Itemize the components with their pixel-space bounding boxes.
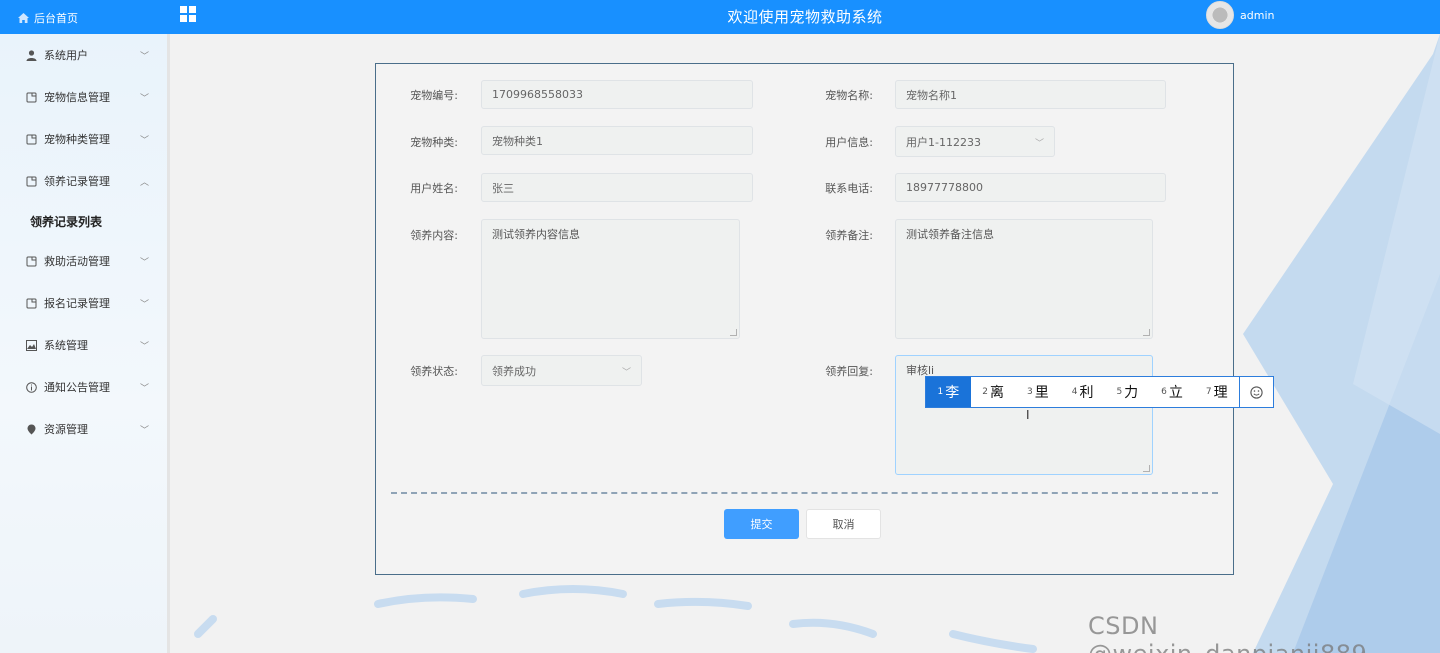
- adopt-remark-value: 测试领养备注信息: [906, 228, 994, 241]
- chevron-down-icon: ﹀: [139, 384, 149, 394]
- user-info-value: 用户1-112233: [906, 135, 981, 149]
- sidebar-item-resources[interactable]: 资源管理 ﹀: [0, 408, 167, 450]
- form-divider: [391, 492, 1218, 494]
- ime-candidate-4[interactable]: 4利: [1060, 377, 1105, 407]
- pet-type-field[interactable]: 宠物种类1: [481, 126, 753, 155]
- ime-candidate-number: 2: [982, 387, 988, 397]
- chevron-down-icon: ﹀: [139, 258, 149, 268]
- user-icon: [24, 48, 38, 62]
- adopt-reply-label: 领养回复:: [825, 365, 873, 378]
- ime-candidate-number: 1: [937, 387, 944, 397]
- user-info-select[interactable]: 用户1-112233 ﹀: [895, 126, 1055, 157]
- user-menu[interactable]: admin: [1206, 1, 1274, 29]
- ime-candidate-bar: 1李 2离 3里 4利 5力 6立 7理: [925, 376, 1274, 408]
- sidebar-item-system-management[interactable]: 系统管理 ﹀: [0, 324, 167, 366]
- image-icon: [24, 338, 38, 352]
- location-icon: [24, 422, 38, 436]
- ime-candidate-number: 4: [1071, 387, 1078, 397]
- top-bar: 后台首页 欢迎使用宠物救助系统 admin: [0, 0, 1440, 34]
- chevron-down-icon: ﹀: [139, 426, 149, 436]
- adopt-status-value: 领养成功: [492, 364, 536, 378]
- ime-candidate-6[interactable]: 6立: [1150, 377, 1195, 407]
- ime-candidate-char: 里: [1034, 385, 1049, 401]
- sidebar-item-label: 通知公告管理: [44, 381, 110, 394]
- sidebar-item-pet-type[interactable]: 宠物种类管理 ﹀: [0, 118, 167, 160]
- doc-icon: [24, 174, 38, 188]
- ime-candidate-char: 李: [945, 385, 960, 401]
- doc-icon: [24, 132, 38, 146]
- ime-candidate-5[interactable]: 5力: [1105, 377, 1150, 407]
- sidebar-item-label: 系统管理: [44, 339, 88, 352]
- doc-icon: [24, 90, 38, 104]
- sidebar-item-label: 资源管理: [44, 423, 88, 436]
- user-name-label: 用户姓名:: [410, 182, 458, 195]
- sidebar-item-label: 宠物信息管理: [44, 91, 110, 104]
- chevron-up-icon: ︿: [139, 178, 149, 188]
- submit-button[interactable]: 提交: [724, 509, 799, 539]
- sidebar-item-adoption-records[interactable]: 领养记录管理 ︿: [0, 160, 167, 202]
- ime-candidate-char: 离: [989, 385, 1004, 401]
- ime-candidate-3[interactable]: 3里: [1015, 377, 1060, 407]
- sidebar-item-label: 报名记录管理: [44, 297, 110, 310]
- adopt-remark-textarea[interactable]: 测试领养备注信息: [895, 219, 1153, 339]
- ime-candidate-number: 7: [1205, 387, 1212, 397]
- info-icon: [24, 380, 38, 394]
- resize-handle-icon[interactable]: [730, 329, 737, 336]
- user-info-label: 用户信息:: [825, 136, 873, 149]
- sidebar-item-rescue-activities[interactable]: 救助活动管理 ﹀: [0, 240, 167, 282]
- chevron-down-icon: ﹀: [139, 136, 149, 146]
- pet-no-label: 宠物编号:: [410, 89, 458, 102]
- adopt-content-textarea[interactable]: 测试领养内容信息: [481, 219, 740, 339]
- ime-candidate-2[interactable]: 2离: [971, 377, 1016, 407]
- sidebar-item-label: 宠物种类管理: [44, 133, 110, 146]
- user-name-field[interactable]: 张三: [481, 173, 753, 202]
- resize-handle-icon[interactable]: [1143, 329, 1150, 336]
- ime-candidate-number: 3: [1026, 387, 1033, 397]
- sidebar-item-label: 领养记录管理: [44, 175, 110, 188]
- sidebar-item-pet-info[interactable]: 宠物信息管理 ﹀: [0, 76, 167, 118]
- doc-icon: [24, 296, 38, 310]
- sidebar-item-notices[interactable]: 通知公告管理 ﹀: [0, 366, 167, 408]
- phone-label: 联系电话:: [825, 182, 873, 195]
- chevron-down-icon: ﹀: [139, 52, 149, 62]
- ime-candidate-char: 理: [1213, 385, 1228, 401]
- pet-type-label: 宠物种类:: [410, 136, 458, 149]
- adopt-remark-label: 领养备注:: [825, 229, 873, 242]
- adopt-status-label: 领养状态:: [410, 365, 458, 378]
- pet-name-field[interactable]: 宠物名称1: [895, 80, 1166, 109]
- watermark-text: CSDN @weixin_danpianji889: [1088, 612, 1367, 653]
- sidebar-item-label: 系统用户: [44, 49, 88, 62]
- resize-handle-icon[interactable]: [1143, 465, 1150, 472]
- adopt-content-label: 领养内容:: [410, 229, 458, 242]
- sidebar: 系统用户 ﹀ 宠物信息管理 ﹀ 宠物种类管理 ﹀ 领养记录管理 ︿ 领养记录列表…: [0, 34, 170, 653]
- ime-candidate-char: 利: [1079, 385, 1094, 401]
- pet-name-label: 宠物名称:: [825, 89, 873, 102]
- chevron-down-icon: ﹀: [139, 300, 149, 310]
- sidebar-item-label: 救助活动管理: [44, 255, 110, 268]
- sidebar-subitem-adoption-list[interactable]: 领养记录列表: [0, 201, 167, 241]
- ime-candidate-7[interactable]: 7理: [1194, 377, 1239, 407]
- chevron-down-icon: ﹀: [621, 368, 631, 378]
- phone-field[interactable]: 18977778800: [895, 173, 1166, 202]
- username: admin: [1240, 8, 1275, 22]
- avatar[interactable]: [1206, 1, 1234, 29]
- ime-candidate-number: 5: [1116, 387, 1123, 397]
- adopt-status-select[interactable]: 领养成功 ﹀: [481, 355, 642, 386]
- chevron-down-icon: ﹀: [1034, 139, 1044, 149]
- pet-no-field[interactable]: 1709968558033: [481, 80, 753, 109]
- cancel-button[interactable]: 取消: [806, 509, 881, 539]
- sidebar-item-signup-records[interactable]: 报名记录管理 ﹀: [0, 282, 167, 324]
- smiley-icon[interactable]: [1239, 377, 1273, 407]
- text-cursor-icon: I: [1026, 408, 1030, 422]
- sidebar-item-system-users[interactable]: 系统用户 ﹀: [0, 34, 167, 76]
- ime-candidate-char: 立: [1168, 385, 1183, 401]
- ime-candidate-1[interactable]: 1李: [926, 377, 971, 407]
- adopt-content-value: 测试领养内容信息: [492, 228, 580, 241]
- ime-candidate-number: 6: [1161, 387, 1167, 397]
- chevron-down-icon: ﹀: [139, 342, 149, 352]
- doc-icon: [24, 254, 38, 268]
- adopt-reply-textarea[interactable]: 审核li: [895, 355, 1153, 475]
- chevron-down-icon: ﹀: [139, 94, 149, 104]
- ime-candidate-char: 力: [1124, 385, 1139, 401]
